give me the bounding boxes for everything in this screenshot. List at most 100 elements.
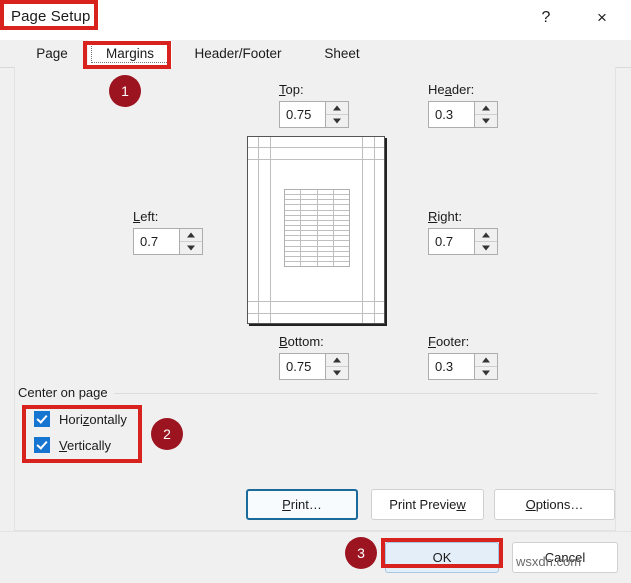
chevron-up-icon [482,357,490,363]
checkbox-horizontally[interactable]: Horizontally [34,411,127,427]
bottom-margin-field[interactable]: 0.75 [279,353,349,380]
help-icon[interactable]: ? [528,3,564,33]
options-button[interactable]: Options… [494,489,615,520]
preview-grid-cell [301,251,318,256]
preview-grid-cell [334,200,349,204]
print-preview-button[interactable]: Print Preview [371,489,484,520]
preview-grid-cell [334,247,349,251]
close-icon[interactable]: × [584,3,620,33]
preview-grid-cell [318,251,334,256]
header-margin-increment-button[interactable] [475,102,497,115]
top-margin-field[interactable]: 0.75 [279,101,349,128]
footer-margin-increment-button[interactable] [475,354,497,367]
checkbox-horizontally-box[interactable] [34,411,50,427]
preview-right-margin-line [362,137,363,323]
preview-grid-cell [285,195,302,200]
header-margin-decrement-button[interactable] [475,115,497,127]
tab-header-footer[interactable]: Header/Footer [172,40,304,67]
preview-grid-cell [318,261,334,267]
preview-grid-cell [285,225,302,231]
preview-footer-line [248,313,384,314]
preview-grid-cell [334,190,349,194]
preview-left-margin-line [270,137,271,323]
chevron-up-icon [333,357,341,363]
chevron-up-icon [187,232,195,238]
left-margin-label: Left: [133,209,159,224]
left-margin-field[interactable]: 0.7 [133,228,203,255]
page-preview [247,136,385,324]
top-margin-increment-button[interactable] [326,102,348,115]
right-margin-label: Right: [428,209,462,224]
tab-sheet[interactable]: Sheet [304,40,380,67]
left-margin-value[interactable]: 0.7 [134,229,179,254]
preview-grid-cell [301,190,318,195]
preview-grid-cell [318,205,334,210]
header-margin-field[interactable]: 0.3 [428,101,498,128]
ok-button[interactable]: OK [385,542,499,573]
header-margin-label: Header: [428,82,475,97]
preview-grid-cell [334,241,349,245]
chevron-up-icon [482,232,490,238]
preview-grid-cell [285,190,302,195]
bottom-margin-increment-button[interactable] [326,354,348,367]
footer-margin-value[interactable]: 0.3 [429,354,474,379]
top-margin-value[interactable]: 0.75 [280,102,325,127]
chevron-down-icon [482,118,490,124]
left-margin-decrement-button[interactable] [180,242,202,254]
preview-grid-cell [318,215,334,220]
chevron-up-icon [333,105,341,111]
right-margin-increment-button[interactable] [475,229,497,242]
preview-grid-cell [334,216,349,220]
footer-margin-field[interactable]: 0.3 [428,353,498,380]
preview-header-line [248,147,384,148]
preview-grid-cell [285,236,302,241]
preview-grid-cell [285,231,302,236]
preview-grid-cell [301,231,318,236]
bottom-margin-value[interactable]: 0.75 [280,354,325,379]
preview-grid-cell [334,236,349,240]
tab-page[interactable]: Page [16,40,88,67]
preview-grid-cell [318,200,334,205]
header-margin-value[interactable]: 0.3 [429,102,474,127]
bottom-margin-decrement-button[interactable] [326,367,348,379]
checkbox-vertically-box[interactable] [34,437,50,453]
preview-grid-cell [285,251,302,256]
preview-grid-cell [301,220,318,225]
preview-grid-cell [318,190,334,195]
checkbox-vertically[interactable]: Vertically [34,437,111,453]
chevron-down-icon [482,245,490,251]
preview-grid-cell [301,236,318,241]
right-margin-value[interactable]: 0.7 [429,229,474,254]
preview-right-edge-line [374,137,375,323]
preview-grid-cell [285,210,302,215]
top-margin-decrement-button[interactable] [326,115,348,127]
preview-left-edge-line [258,137,259,323]
preview-grid-cell [301,261,318,267]
preview-grid-cell [301,246,318,251]
left-margin-increment-button[interactable] [180,229,202,242]
preview-grid-cell [318,225,334,231]
bottom-margin-label: Bottom: [279,334,324,349]
checkbox-vertically-label: Vertically [59,437,112,453]
right-margin-decrement-button[interactable] [475,242,497,254]
preview-top-margin-line [248,159,384,160]
preview-grid-cell [301,225,318,231]
preview-grid-cell [285,200,302,205]
preview-grid-cell [334,231,349,235]
watermark: wsxdn.com [516,554,582,569]
print-button[interactable]: Print… [246,489,358,520]
preview-grid-cell [334,252,349,256]
right-margin-field[interactable]: 0.7 [428,228,498,255]
title-bar: Page Setup ? × [0,0,631,40]
preview-grid-cell [334,262,349,266]
preview-grid-cell [301,195,318,200]
preview-grid-cell [285,220,302,225]
preview-grid-cell [318,246,334,251]
tab-margins[interactable]: Margins [88,40,172,67]
preview-grid-cell [334,221,349,225]
preview-grid-cell [318,195,334,200]
preview-grid-row [285,261,349,267]
preview-grid-cell [285,215,302,220]
footer-margin-decrement-button[interactable] [475,367,497,379]
chevron-up-icon [482,105,490,111]
